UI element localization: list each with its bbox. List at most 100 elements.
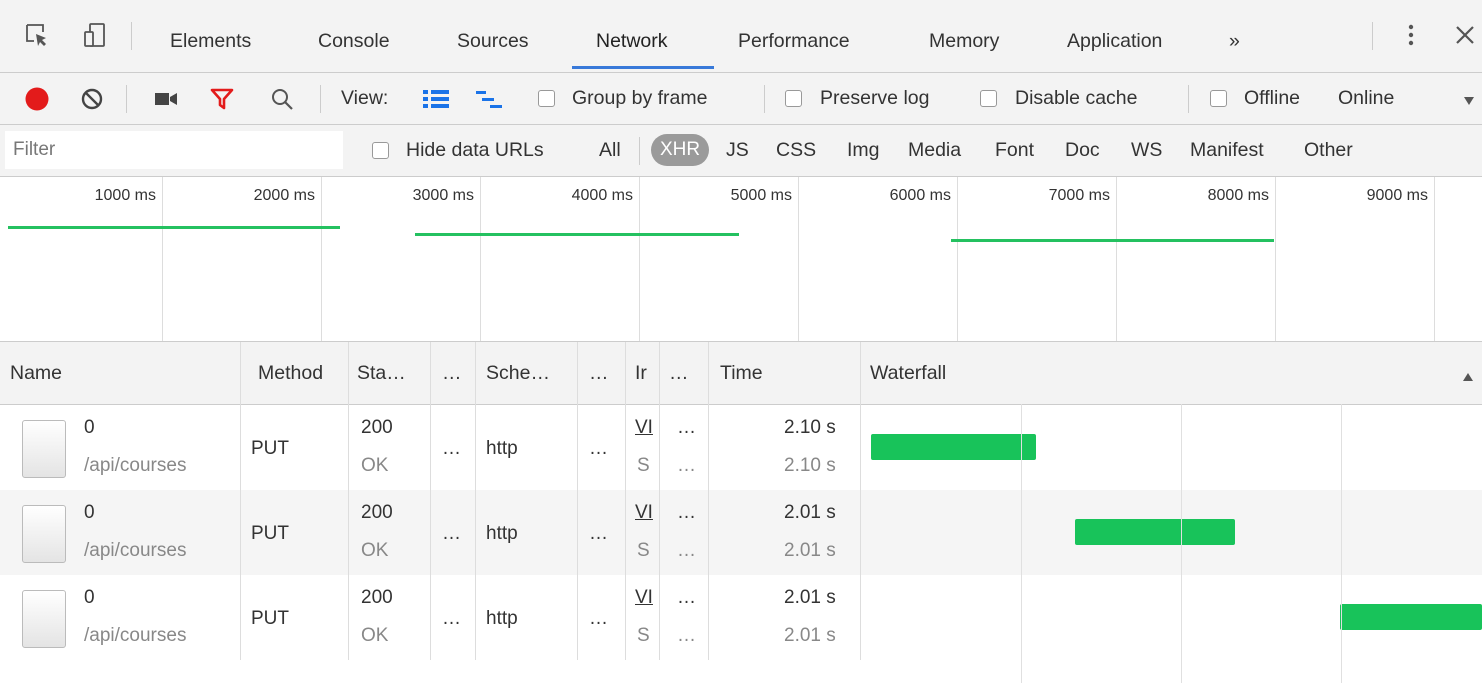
offline-label: Offline — [1244, 87, 1301, 109]
request-scheme: http — [486, 523, 518, 544]
hide-data-urls-checkbox[interactable] — [372, 142, 389, 159]
request-status: 200 — [361, 417, 393, 438]
search-icon[interactable] — [270, 87, 294, 117]
close-icon[interactable] — [1452, 22, 1478, 48]
request-initiator-type: S — [637, 455, 650, 476]
column-time[interactable]: Time — [720, 362, 763, 385]
file-icon — [22, 505, 66, 563]
large-rows-icon[interactable] — [423, 89, 449, 115]
request-time: 2.01 s — [784, 502, 836, 523]
column-waterfall[interactable]: Waterfall — [870, 362, 946, 385]
more-tabs-button[interactable]: » — [1229, 30, 1240, 53]
preserve-log-checkbox[interactable] — [785, 90, 802, 107]
offline-checkbox[interactable] — [1210, 90, 1227, 107]
tick-label: 7000 ms — [1048, 187, 1110, 204]
request-cell: … — [442, 523, 461, 544]
tick-label: 8000 ms — [1207, 187, 1269, 204]
filter-type-media[interactable]: Media — [908, 139, 961, 162]
request-status-text: OK — [361, 540, 389, 561]
device-toolbar-icon[interactable] — [82, 22, 108, 48]
request-scheme: http — [486, 438, 518, 459]
filter-icon[interactable] — [210, 87, 234, 117]
inspect-element-icon[interactable] — [24, 22, 50, 48]
column-name[interactable]: Name — [10, 362, 62, 385]
table-row[interactable]: 0 /api/courses PUT 200 OK … http … VI S … — [0, 490, 1482, 575]
request-latency: 2.01 s — [784, 540, 836, 561]
column-collapsed[interactable]: … — [589, 362, 609, 385]
waterfall-view-icon[interactable] — [476, 89, 502, 115]
filter-type-all[interactable]: All — [599, 139, 621, 162]
tab-elements[interactable]: Elements — [170, 30, 251, 53]
table-row[interactable]: 0 /api/courses PUT 200 OK … http … VI S … — [0, 405, 1482, 490]
tab-application[interactable]: Application — [1067, 30, 1162, 53]
request-time: 2.10 s — [784, 417, 836, 438]
tab-memory[interactable]: Memory — [929, 30, 999, 53]
request-name: 0 — [84, 417, 95, 438]
request-path: /api/courses — [84, 455, 187, 476]
tab-console[interactable]: Console — [318, 30, 390, 53]
filter-type-xhr[interactable]: XHR — [651, 134, 709, 166]
tab-network[interactable]: Network — [596, 30, 668, 53]
column-initiator[interactable]: Ir — [635, 362, 647, 385]
column-scheme[interactable]: Sche… — [486, 362, 550, 385]
request-cell: … — [589, 608, 608, 629]
request-method: PUT — [251, 523, 289, 544]
filter-type-font[interactable]: Font — [995, 139, 1034, 162]
column-collapsed[interactable]: … — [669, 362, 689, 385]
clear-icon[interactable] — [80, 87, 104, 117]
request-cell: … — [677, 502, 696, 523]
tab-performance[interactable]: Performance — [738, 30, 850, 53]
request-path: /api/courses — [84, 540, 187, 561]
request-cell: … — [677, 417, 696, 438]
hide-data-urls-label: Hide data URLs — [406, 139, 544, 161]
column-status[interactable]: Sta… — [357, 362, 406, 385]
filter-type-doc[interactable]: Doc — [1065, 139, 1100, 162]
filter-type-js[interactable]: JS — [726, 139, 749, 162]
filter-input[interactable] — [5, 131, 343, 169]
table-row[interactable]: 0 /api/courses PUT 200 OK … http … VI S … — [0, 575, 1482, 660]
overview-request-bar — [8, 226, 340, 229]
tick-label: 5000 ms — [730, 187, 792, 204]
filter-type-css[interactable]: CSS — [776, 139, 816, 162]
preserve-log-label: Preserve log — [820, 87, 930, 109]
group-by-frame-checkbox[interactable] — [538, 90, 555, 107]
disable-cache-checkbox[interactable] — [980, 90, 997, 107]
active-tab-indicator — [572, 66, 714, 69]
kebab-menu-icon[interactable] — [1398, 22, 1424, 48]
request-status: 200 — [361, 502, 393, 523]
sort-ascending-icon[interactable] — [1462, 367, 1474, 389]
request-initiator-link[interactable]: VI — [635, 417, 653, 439]
overview-request-bar — [951, 239, 1274, 242]
overview-request-bar — [415, 233, 739, 236]
chevron-down-icon[interactable] — [1463, 91, 1475, 113]
record-icon[interactable] — [24, 86, 50, 118]
file-icon — [22, 590, 66, 648]
request-time: 2.01 s — [784, 587, 836, 608]
request-cell: … — [442, 438, 461, 459]
group-by-frame-label: Group by frame — [572, 87, 708, 109]
request-method: PUT — [251, 438, 289, 459]
request-cell: … — [677, 455, 696, 476]
filter-type-other[interactable]: Other — [1304, 139, 1353, 162]
throttling-select[interactable]: Online — [1338, 87, 1394, 110]
filter-type-ws[interactable]: WS — [1131, 139, 1162, 162]
request-initiator-link[interactable]: VI — [635, 587, 653, 609]
network-overview-timeline[interactable]: 1000 ms 2000 ms 3000 ms 4000 ms 5000 ms … — [0, 177, 1482, 342]
request-status: 200 — [361, 587, 393, 608]
request-name: 0 — [84, 587, 95, 608]
screenshot-camera-icon[interactable] — [154, 89, 178, 115]
filter-bar: Hide data URLs All XHR JS CSS Img Media … — [0, 125, 1482, 177]
column-method[interactable]: Method — [258, 362, 323, 385]
request-cell: … — [677, 625, 696, 646]
request-method: PUT — [251, 608, 289, 629]
request-initiator-link[interactable]: VI — [635, 502, 653, 524]
tab-sources[interactable]: Sources — [457, 30, 529, 53]
filter-type-manifest[interactable]: Manifest — [1190, 139, 1264, 162]
filter-type-img[interactable]: Img — [847, 139, 880, 162]
request-initiator-type: S — [637, 625, 650, 646]
request-initiator-type: S — [637, 540, 650, 561]
request-scheme: http — [486, 608, 518, 629]
tick-label: 3000 ms — [412, 187, 474, 204]
column-collapsed[interactable]: … — [442, 362, 462, 385]
tick-label: 6000 ms — [889, 187, 951, 204]
